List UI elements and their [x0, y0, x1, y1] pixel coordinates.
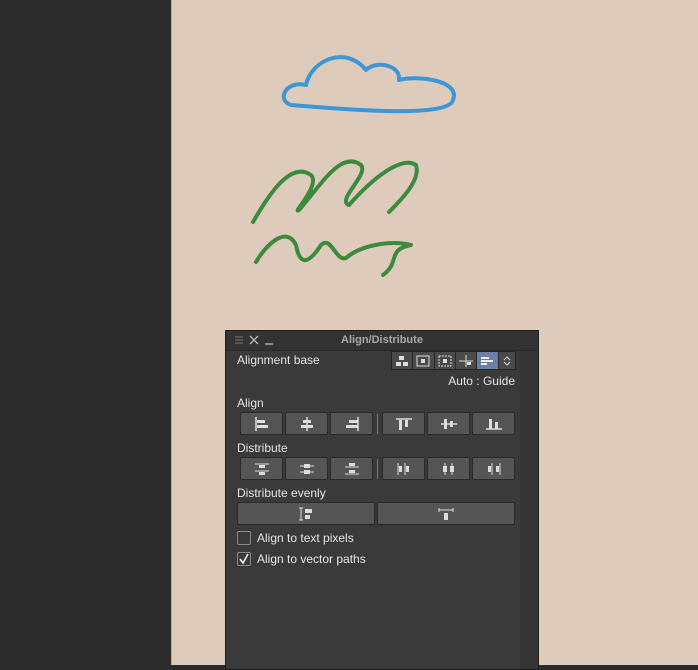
- panel-title: Align/Distribute: [341, 334, 423, 346]
- align-center-horizontal-button[interactable]: [285, 412, 328, 435]
- align-top-button[interactable]: [382, 412, 425, 435]
- align-right-icon: [345, 416, 359, 431]
- distribute-top-icon: [254, 463, 269, 475]
- distribute-evenly-section-label: Distribute evenly: [237, 486, 326, 500]
- base-guide-icon[interactable]: [456, 352, 478, 369]
- align-bottom-icon: [485, 418, 502, 430]
- align-middle-v-icon: [440, 418, 457, 429]
- scribble-drawing-bottom: [254, 234, 413, 277]
- align-bottom-button[interactable]: [472, 412, 515, 435]
- distribute-right-button[interactable]: [472, 457, 515, 480]
- base-selection-icon[interactable]: [392, 352, 414, 369]
- panel-titlebar[interactable]: Align/Distribute: [226, 331, 538, 351]
- cloud-drawing: [281, 55, 456, 114]
- alignment-base-label: Alignment base: [237, 353, 320, 367]
- distribute-bottom-icon: [344, 462, 359, 474]
- distribute-horizontal-spacing-icon: [438, 507, 454, 520]
- distribute-top-button[interactable]: [240, 457, 283, 480]
- alignment-base-selector[interactable]: [391, 351, 516, 370]
- distribute-center-v-icon: [299, 463, 314, 474]
- align-divider: [377, 414, 378, 434]
- base-stepper-icon[interactable]: [499, 352, 515, 369]
- checkmark-icon: [239, 553, 249, 565]
- distribute-center-h-icon: [442, 462, 454, 475]
- distribute-vertical-spacing-button[interactable]: [237, 502, 375, 525]
- base-auto-icon[interactable]: [477, 352, 499, 369]
- distribute-bottom-button[interactable]: [330, 457, 373, 480]
- left-dock-panel: [0, 0, 171, 665]
- base-bounds-icon[interactable]: [435, 352, 456, 369]
- scribble-drawing-top: [251, 159, 419, 224]
- base-page-icon[interactable]: [413, 352, 435, 369]
- distribute-section-label: Distribute: [237, 441, 288, 455]
- align-top-icon: [395, 417, 412, 430]
- align-right-button[interactable]: [330, 412, 373, 435]
- align-vector-paths-checkbox[interactable]: [237, 552, 251, 566]
- align-distribute-panel: Align/Distribute Alignment base Auto : G…: [225, 330, 539, 670]
- align-left-button[interactable]: [240, 412, 283, 435]
- distribute-horizontal-spacing-button[interactable]: [377, 502, 515, 525]
- align-text-pixels-checkbox[interactable]: [237, 531, 251, 545]
- panel-scrollbar[interactable]: [520, 351, 538, 669]
- distribute-divider: [377, 459, 378, 479]
- align-text-pixels-label[interactable]: Align to text pixels: [257, 531, 354, 545]
- align-middle-vertical-button[interactable]: [427, 412, 470, 435]
- align-section-label: Align: [237, 396, 264, 410]
- alignment-base-value: Auto : Guide: [448, 374, 515, 388]
- distribute-center-vertical-button[interactable]: [285, 457, 328, 480]
- distribute-right-icon: [487, 462, 500, 475]
- distribute-center-horizontal-button[interactable]: [427, 457, 470, 480]
- distribute-left-icon: [397, 462, 409, 475]
- align-vector-paths-label[interactable]: Align to vector paths: [257, 552, 366, 566]
- canvas-drawings: [251, 55, 456, 277]
- distribute-left-button[interactable]: [382, 457, 425, 480]
- distribute-vertical-spacing-icon: [299, 507, 312, 520]
- align-center-h-icon: [300, 416, 313, 431]
- align-left-icon: [254, 416, 268, 431]
